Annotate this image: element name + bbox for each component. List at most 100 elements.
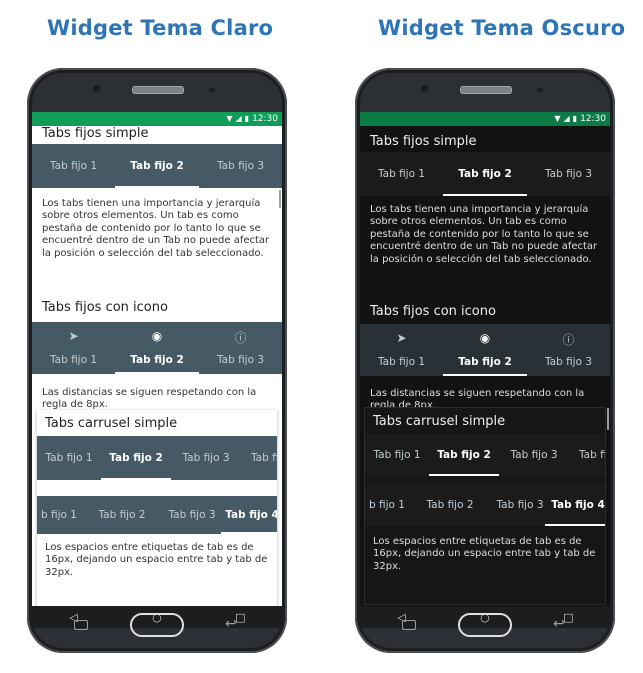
carousel-tab-bar-1[interactable]: Tab fijo 1 Tab fijo 2 Tab fijo 3 Tab fij xyxy=(365,434,605,476)
tab-fijo-1[interactable]: Tab fijo 1 xyxy=(360,152,443,196)
scroll-content[interactable]: Tabs fijos simple Tab fijo 1 Tab fijo 2 … xyxy=(360,126,610,606)
carousel-tab-3[interactable]: Tab fijo 3 xyxy=(499,434,569,476)
tab-label: Tab fijo 1 xyxy=(49,160,98,172)
tab-indicator xyxy=(101,478,171,480)
tab-indicator xyxy=(545,524,605,526)
carousel-description: Los espacios entre etiquetas de tab es d… xyxy=(45,542,268,578)
tab-indicator xyxy=(115,186,199,188)
fixed-icon-description: Las distancias se siguen respetando con … xyxy=(42,387,257,411)
send-icon: ➤ xyxy=(68,329,79,343)
tab-label: Tab fijo 2 xyxy=(130,160,184,172)
tab-icon-fijo-1[interactable]: ➤ Tab fijo 1 xyxy=(360,324,443,376)
scrollbar-thumb[interactable] xyxy=(607,408,609,430)
front-camera xyxy=(421,85,428,92)
carousel-tab-bar-2[interactable]: b fijo 1 Tab fijo 2 Tab fijo 3 Tab fijo … xyxy=(365,484,605,526)
tab-fijo-3[interactable]: Tab fijo 3 xyxy=(527,152,610,196)
carousel-tab-4-partial[interactable]: Tab fij xyxy=(241,436,277,480)
hardware-recents-icon[interactable] xyxy=(74,620,88,630)
section-title-fixed-simple: Tabs fijos simple xyxy=(42,126,149,141)
carousel2-tab-3[interactable]: Tab fijo 3 xyxy=(157,496,227,534)
section-title-fixed-icon: Tabs fijos con icono xyxy=(42,300,168,315)
carousel-card: Tabs carrusel simple Tab fijo 1 Tab fijo… xyxy=(365,408,605,604)
fixed-simple-description: Los tabs tienen una importancia y jerarq… xyxy=(42,198,270,259)
hardware-home-button[interactable] xyxy=(458,613,512,637)
tab-label: Tab fijo 3 xyxy=(544,356,593,368)
earpiece-speaker xyxy=(132,86,184,94)
carousel-tab-3[interactable]: Tab fijo 3 xyxy=(171,436,241,480)
tab-fijo-3[interactable]: Tab fijo 3 xyxy=(199,144,282,188)
section-title-fixed-simple: Tabs fijos simple xyxy=(370,134,477,149)
carousel2-tab-2[interactable]: Tab fijo 2 xyxy=(415,484,485,526)
battery-icon: ▮ xyxy=(244,114,250,123)
tab-label: Tab fij xyxy=(579,449,605,461)
tab-fijo-2[interactable]: Tab fijo 2 xyxy=(115,144,199,188)
tab-label: Tab fijo 3 xyxy=(182,452,230,464)
section-title-carousel: Tabs carrusel simple xyxy=(373,414,506,429)
scroll-content[interactable]: Tabs fijos simple Tab fijo 1 Tab fijo 2 … xyxy=(32,126,282,606)
info-icon: ⓘ xyxy=(234,331,247,345)
carousel-tab-1[interactable]: Tab fijo 1 xyxy=(37,436,101,480)
hardware-back-icon[interactable]: ↩ xyxy=(225,616,237,632)
tab-label: Tab fijo 1 xyxy=(377,168,426,180)
front-camera xyxy=(93,85,100,92)
status-time: 12:30 xyxy=(252,114,278,124)
tab-icon-fijo-1[interactable]: ➤ Tab fijo 1 xyxy=(32,322,115,374)
carousel-tab-2[interactable]: Tab fijo 2 xyxy=(429,434,499,476)
status-bar: ▼ ◢ ▮ 12:30 xyxy=(32,112,282,126)
carousel-tab-4-partial[interactable]: Tab fij xyxy=(569,434,605,476)
hardware-back-icon[interactable]: ↩ xyxy=(553,616,565,632)
tab-label: Tab fijo 1 xyxy=(45,452,93,464)
hardware-recents-icon[interactable] xyxy=(402,620,416,630)
tab-label: Tab fijo 2 xyxy=(130,354,184,366)
carousel-tab-bar-1[interactable]: Tab fijo 1 Tab fijo 2 Tab fijo 3 Tab fij xyxy=(37,436,277,480)
tab-fijo-2[interactable]: Tab fijo 2 xyxy=(443,152,527,196)
eye-icon: ◉ xyxy=(479,331,491,345)
tab-icon-fijo-3[interactable]: ⓘ Tab fijo 3 xyxy=(199,322,282,374)
tab-label: Tab fijo 2 xyxy=(98,509,146,521)
carousel-tab-1[interactable]: Tab fijo 1 xyxy=(365,434,429,476)
tab-indicator xyxy=(443,374,527,376)
tab-icon-fijo-2[interactable]: ◉ Tab fijo 2 xyxy=(443,324,527,376)
tab-label: Tab fijo 3 xyxy=(216,160,265,172)
tab-label: Tab fijo 1 xyxy=(49,354,98,366)
carousel2-tab-2[interactable]: Tab fijo 2 xyxy=(87,496,157,534)
dark-screen: ▼ ◢ ▮ 12:30 Tabs fijos simple Tab fijo 1… xyxy=(360,112,610,606)
fixed-simple-tab-bar: Tab fijo 1 Tab fijo 2 Tab fijo 3 xyxy=(32,144,282,188)
tab-label: Tab fijo 2 xyxy=(458,356,512,368)
carousel2-tab-4[interactable]: Tab fijo 4 xyxy=(221,496,277,534)
tab-indicator xyxy=(115,372,199,374)
tab-label: Tab fij xyxy=(251,452,277,464)
signal-icon: ◢ xyxy=(235,114,242,123)
tab-label: Tab fijo 2 xyxy=(437,449,491,461)
hardware-home-button[interactable] xyxy=(130,613,184,637)
tab-label: b fijo 1 xyxy=(369,499,405,511)
carousel2-tab-1-partial[interactable]: b fijo 1 xyxy=(365,484,415,526)
tab-label: Tab fijo 3 xyxy=(544,168,593,180)
tab-label: Tab fijo 2 xyxy=(426,499,474,511)
info-icon: ⓘ xyxy=(562,333,575,347)
signal-icon: ◢ xyxy=(563,114,570,123)
tab-label: Tab fijo 3 xyxy=(510,449,558,461)
dark-phone-mockup: ▼ ◢ ▮ 12:30 Tabs fijos simple Tab fijo 1… xyxy=(355,68,615,653)
scrollbar-thumb[interactable] xyxy=(279,190,281,208)
carousel-card: Tabs carrusel simple Tab fijo 1 Tab fijo… xyxy=(37,410,277,606)
tab-icon-fijo-2[interactable]: ◉ Tab fijo 2 xyxy=(115,322,199,374)
tab-label: b fijo 1 xyxy=(41,509,77,521)
carousel2-tab-4[interactable]: Tab fijo 4 xyxy=(545,484,605,526)
proximity-sensor xyxy=(209,88,215,92)
carousel-description: Los espacios entre etiquetas de tab es d… xyxy=(373,536,596,572)
fixed-icon-tab-bar: ➤ Tab fijo 1 ◉ Tab fijo 2 ⓘ Tab fijo 3 xyxy=(360,324,610,376)
tab-indicator xyxy=(221,532,277,534)
send-icon: ➤ xyxy=(396,331,407,345)
carousel-tab-bar-2[interactable]: b fijo 1 Tab fijo 2 Tab fijo 3 Tab fijo … xyxy=(37,496,277,534)
tab-label: Tab fijo 1 xyxy=(373,449,421,461)
light-phone-mockup: ▼ ◢ ▮ 12:30 Tabs fijos simple Tab fijo 1… xyxy=(27,68,287,653)
tab-fijo-1[interactable]: Tab fijo 1 xyxy=(32,144,115,188)
carousel2-tab-1-partial[interactable]: b fijo 1 xyxy=(37,496,87,534)
fixed-simple-description: Los tabs tienen una importancia y jerarq… xyxy=(370,204,598,265)
tab-icon-fijo-3[interactable]: ⓘ Tab fijo 3 xyxy=(527,324,610,376)
tab-label: Tab fijo 3 xyxy=(216,354,265,366)
light-theme-heading: Widget Tema Claro xyxy=(47,16,274,40)
carousel-tab-2[interactable]: Tab fijo 2 xyxy=(101,436,171,480)
dark-theme-heading: Widget Tema Oscuro xyxy=(378,16,626,40)
